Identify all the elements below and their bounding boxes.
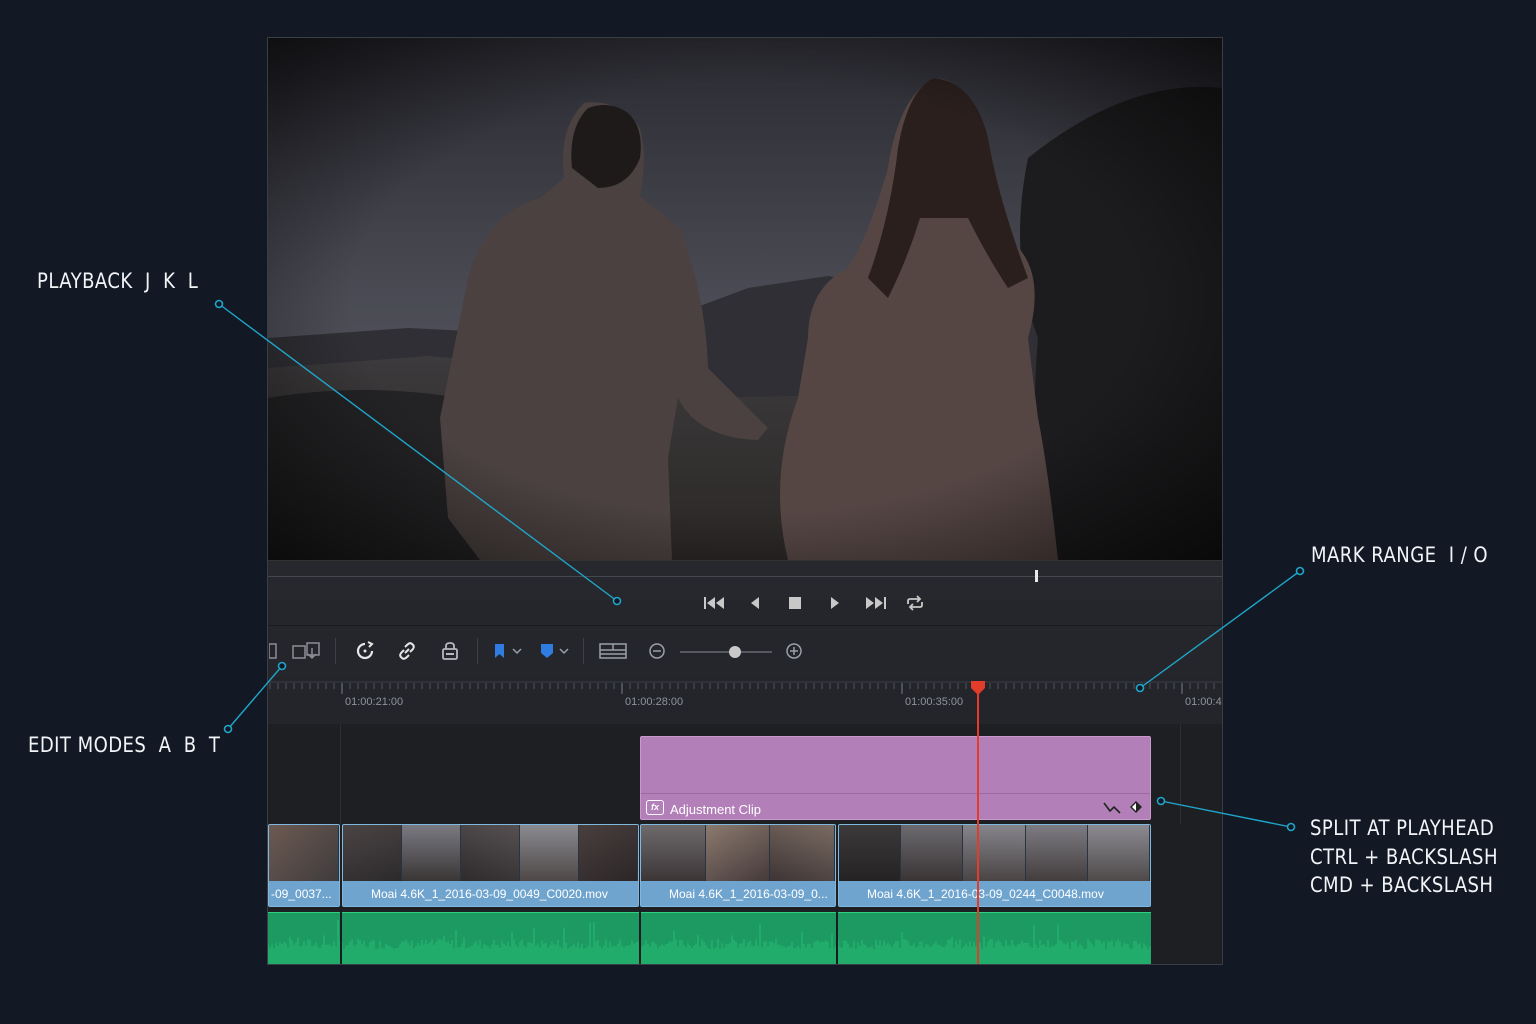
- toolbar-separator: [335, 638, 336, 664]
- annotation-playback: PLAYBACK J K L: [37, 269, 199, 293]
- transport-controls: [268, 578, 1222, 628]
- panel-divider: [268, 625, 1222, 626]
- track-gridline: [1180, 724, 1181, 824]
- toolbar-separator: [583, 638, 584, 664]
- leader-dot: [1286, 822, 1296, 832]
- fx-icon: fx: [646, 800, 664, 815]
- adjustment-clip-divider: [641, 793, 1150, 794]
- clip-thumbnail: [963, 825, 1026, 881]
- clip-thumbnails: [641, 825, 835, 881]
- trim-edit-mode-icon[interactable]: [268, 636, 280, 666]
- clip-thumbnails: [839, 825, 1150, 881]
- zoom-slider-handle[interactable]: [729, 646, 742, 658]
- adjustment-clip-label: Adjustment Clip: [670, 802, 762, 817]
- video-clip[interactable]: -09_0037...: [268, 824, 340, 907]
- leader-dot: [214, 299, 224, 309]
- clip-thumbnail: [770, 825, 835, 881]
- annotation-mark-range: MARK RANGE I / O: [1311, 543, 1489, 567]
- clip-thumbnail: [839, 825, 902, 881]
- timecode-label: 01:00:4: [1185, 696, 1222, 708]
- zoom-slider-track[interactable]: [680, 651, 772, 653]
- leader-dot: [223, 724, 233, 734]
- timeline-tracks: fx Adjustment Clip -09_0037... Moai 4.6K…: [268, 724, 1222, 964]
- clip-name: Moai 4.6K_1_2016-03-09_0...: [641, 881, 835, 906]
- annotation-split-at-playhead: SPLIT AT PLAYHEAD CTRL + BACKSLASH CMD +…: [1310, 816, 1498, 897]
- zoom-in-icon[interactable]: [783, 636, 805, 666]
- clip-name: Moai 4.6K_1_2016-03-09_0244_C0048.mov: [839, 881, 1150, 906]
- video-clip[interactable]: Moai 4.6K_1_2016-03-09_0...: [640, 824, 836, 907]
- stop-icon[interactable]: [782, 590, 808, 616]
- clip-thumbnails: [343, 825, 638, 881]
- audio-waveform: [268, 920, 1151, 964]
- clip-thumbnail: [343, 825, 402, 881]
- playhead-handle[interactable]: [970, 680, 986, 696]
- timeline-toolbar: [268, 628, 1222, 674]
- annotation-edit-modes: EDIT MODES A B T: [28, 733, 221, 757]
- timeline-ruler[interactable]: 01:00:21:00 01:00:28:00 01:00:35:00 01:0…: [268, 678, 1222, 724]
- editor-window: 01:00:21:00 01:00:28:00 01:00:35:00 01:0…: [267, 37, 1223, 965]
- skip-to-start-icon[interactable]: [702, 590, 728, 616]
- track-gridline: [340, 724, 341, 824]
- timecode-label: 01:00:21:00: [345, 696, 404, 708]
- toolbar-separator: [477, 638, 478, 664]
- clip-thumbnail: [705, 825, 771, 881]
- position-lock-icon[interactable]: [437, 636, 463, 666]
- clip-thumbnail: [402, 825, 461, 881]
- video-viewer[interactable]: [268, 38, 1222, 560]
- timeline-playhead[interactable]: [977, 684, 979, 964]
- clip-thumbnail: [1025, 825, 1088, 881]
- snapping-icon[interactable]: [352, 636, 378, 666]
- adjustment-clip[interactable]: fx Adjustment Clip: [640, 736, 1151, 820]
- clip-thumbnail: [520, 825, 579, 881]
- play-reverse-icon[interactable]: [742, 590, 768, 616]
- clip-thumbnail: [269, 825, 339, 881]
- audio-track-clips[interactable]: [268, 912, 1151, 964]
- flag-icon[interactable]: [490, 636, 526, 666]
- clip-name: Moai 4.6K_1_2016-03-09_0049_C0020.mov: [343, 881, 638, 906]
- scrubber-track[interactable]: [268, 576, 1222, 577]
- marker-icon[interactable]: [537, 636, 573, 666]
- audio-clip-boundary: [639, 910, 641, 964]
- clip-thumbnail: [641, 825, 706, 881]
- clip-thumbnail: [579, 825, 638, 881]
- keyframe-curve-icon[interactable]: [1102, 799, 1122, 815]
- audio-clip-boundary: [836, 910, 838, 964]
- zoom-out-icon[interactable]: [646, 636, 668, 666]
- dynamic-trim-icon[interactable]: [290, 636, 324, 666]
- skip-to-end-icon[interactable]: [862, 590, 888, 616]
- audio-clip-boundary: [340, 910, 342, 964]
- video-clip[interactable]: Moai 4.6K_1_2016-03-09_0049_C0020.mov: [342, 824, 639, 907]
- clip-name: -09_0037...: [269, 881, 339, 906]
- video-clip[interactable]: Moai 4.6K_1_2016-03-09_0244_C0048.mov: [838, 824, 1151, 907]
- clip-thumbnail: [1087, 825, 1150, 881]
- viewer-frame-image: [268, 38, 1222, 560]
- clip-thumbnail: [461, 825, 520, 881]
- timeline-view-options-icon[interactable]: [596, 636, 630, 666]
- clip-thumbnail: [901, 825, 964, 881]
- linked-selection-icon[interactable]: [394, 636, 420, 666]
- loop-icon[interactable]: [902, 590, 928, 616]
- leader-dot: [1295, 566, 1305, 576]
- timecode-label: 01:00:28:00: [625, 696, 684, 708]
- ruler-ticks: [268, 681, 1222, 694]
- timecode-label: 01:00:35:00: [905, 696, 964, 708]
- clip-thumbnails: [269, 825, 339, 881]
- play-icon[interactable]: [822, 590, 848, 616]
- keyframe-diamond-icon[interactable]: [1128, 799, 1144, 815]
